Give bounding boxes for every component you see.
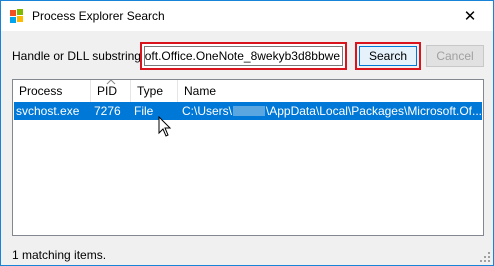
- search-button-highlight: Search: [355, 42, 421, 70]
- table-row[interactable]: svchost.exe 7276 File C:\Users\ \AppData…: [14, 102, 482, 120]
- close-button[interactable]: ✕: [447, 1, 493, 31]
- substring-input[interactable]: ısoft.Office.OneNote_8wekyb3d8bbwe: [144, 46, 343, 66]
- name-prefix: C:\Users\: [182, 104, 233, 118]
- cell-process: svchost.exe: [16, 104, 80, 118]
- substring-label: Handle or DLL substring:: [12, 49, 145, 63]
- title-bar[interactable]: Process Explorer Search ✕: [1, 1, 493, 31]
- cell-pid: 7276: [94, 104, 121, 118]
- process-explorer-icon: [10, 9, 23, 23]
- cancel-button[interactable]: Cancel: [426, 45, 484, 67]
- close-icon: ✕: [463, 8, 477, 25]
- column-header-process[interactable]: Process: [13, 80, 91, 102]
- search-input-highlight: ısoft.Office.OneNote_8wekyb3d8bbwe: [140, 42, 347, 70]
- window-title: Process Explorer Search: [32, 9, 165, 23]
- substring-value: ısoft.Office.OneNote_8wekyb3d8bbwe: [144, 49, 340, 63]
- sort-arrow-icon: [106, 80, 116, 85]
- cell-name: C:\Users\ \AppData\Local\Packages\Micros…: [182, 102, 482, 120]
- results-list[interactable]: Process PID Type Name svchost.exe 7276 F…: [12, 79, 484, 236]
- mouse-cursor-icon: [158, 116, 172, 137]
- results-header: Process PID Type Name: [13, 80, 483, 102]
- status-text: 1 matching items.: [12, 248, 107, 262]
- search-dialog: Process Explorer Search ✕ Handle or DLL …: [0, 0, 494, 266]
- column-header-name[interactable]: Name: [178, 80, 483, 102]
- redacted-username: [233, 106, 265, 116]
- name-suffix: \AppData\Local\Packages\Microsoft.Of...: [265, 104, 482, 118]
- resize-grip-icon[interactable]: [480, 252, 491, 263]
- column-header-type[interactable]: Type: [131, 80, 178, 102]
- search-button[interactable]: Search: [359, 46, 417, 66]
